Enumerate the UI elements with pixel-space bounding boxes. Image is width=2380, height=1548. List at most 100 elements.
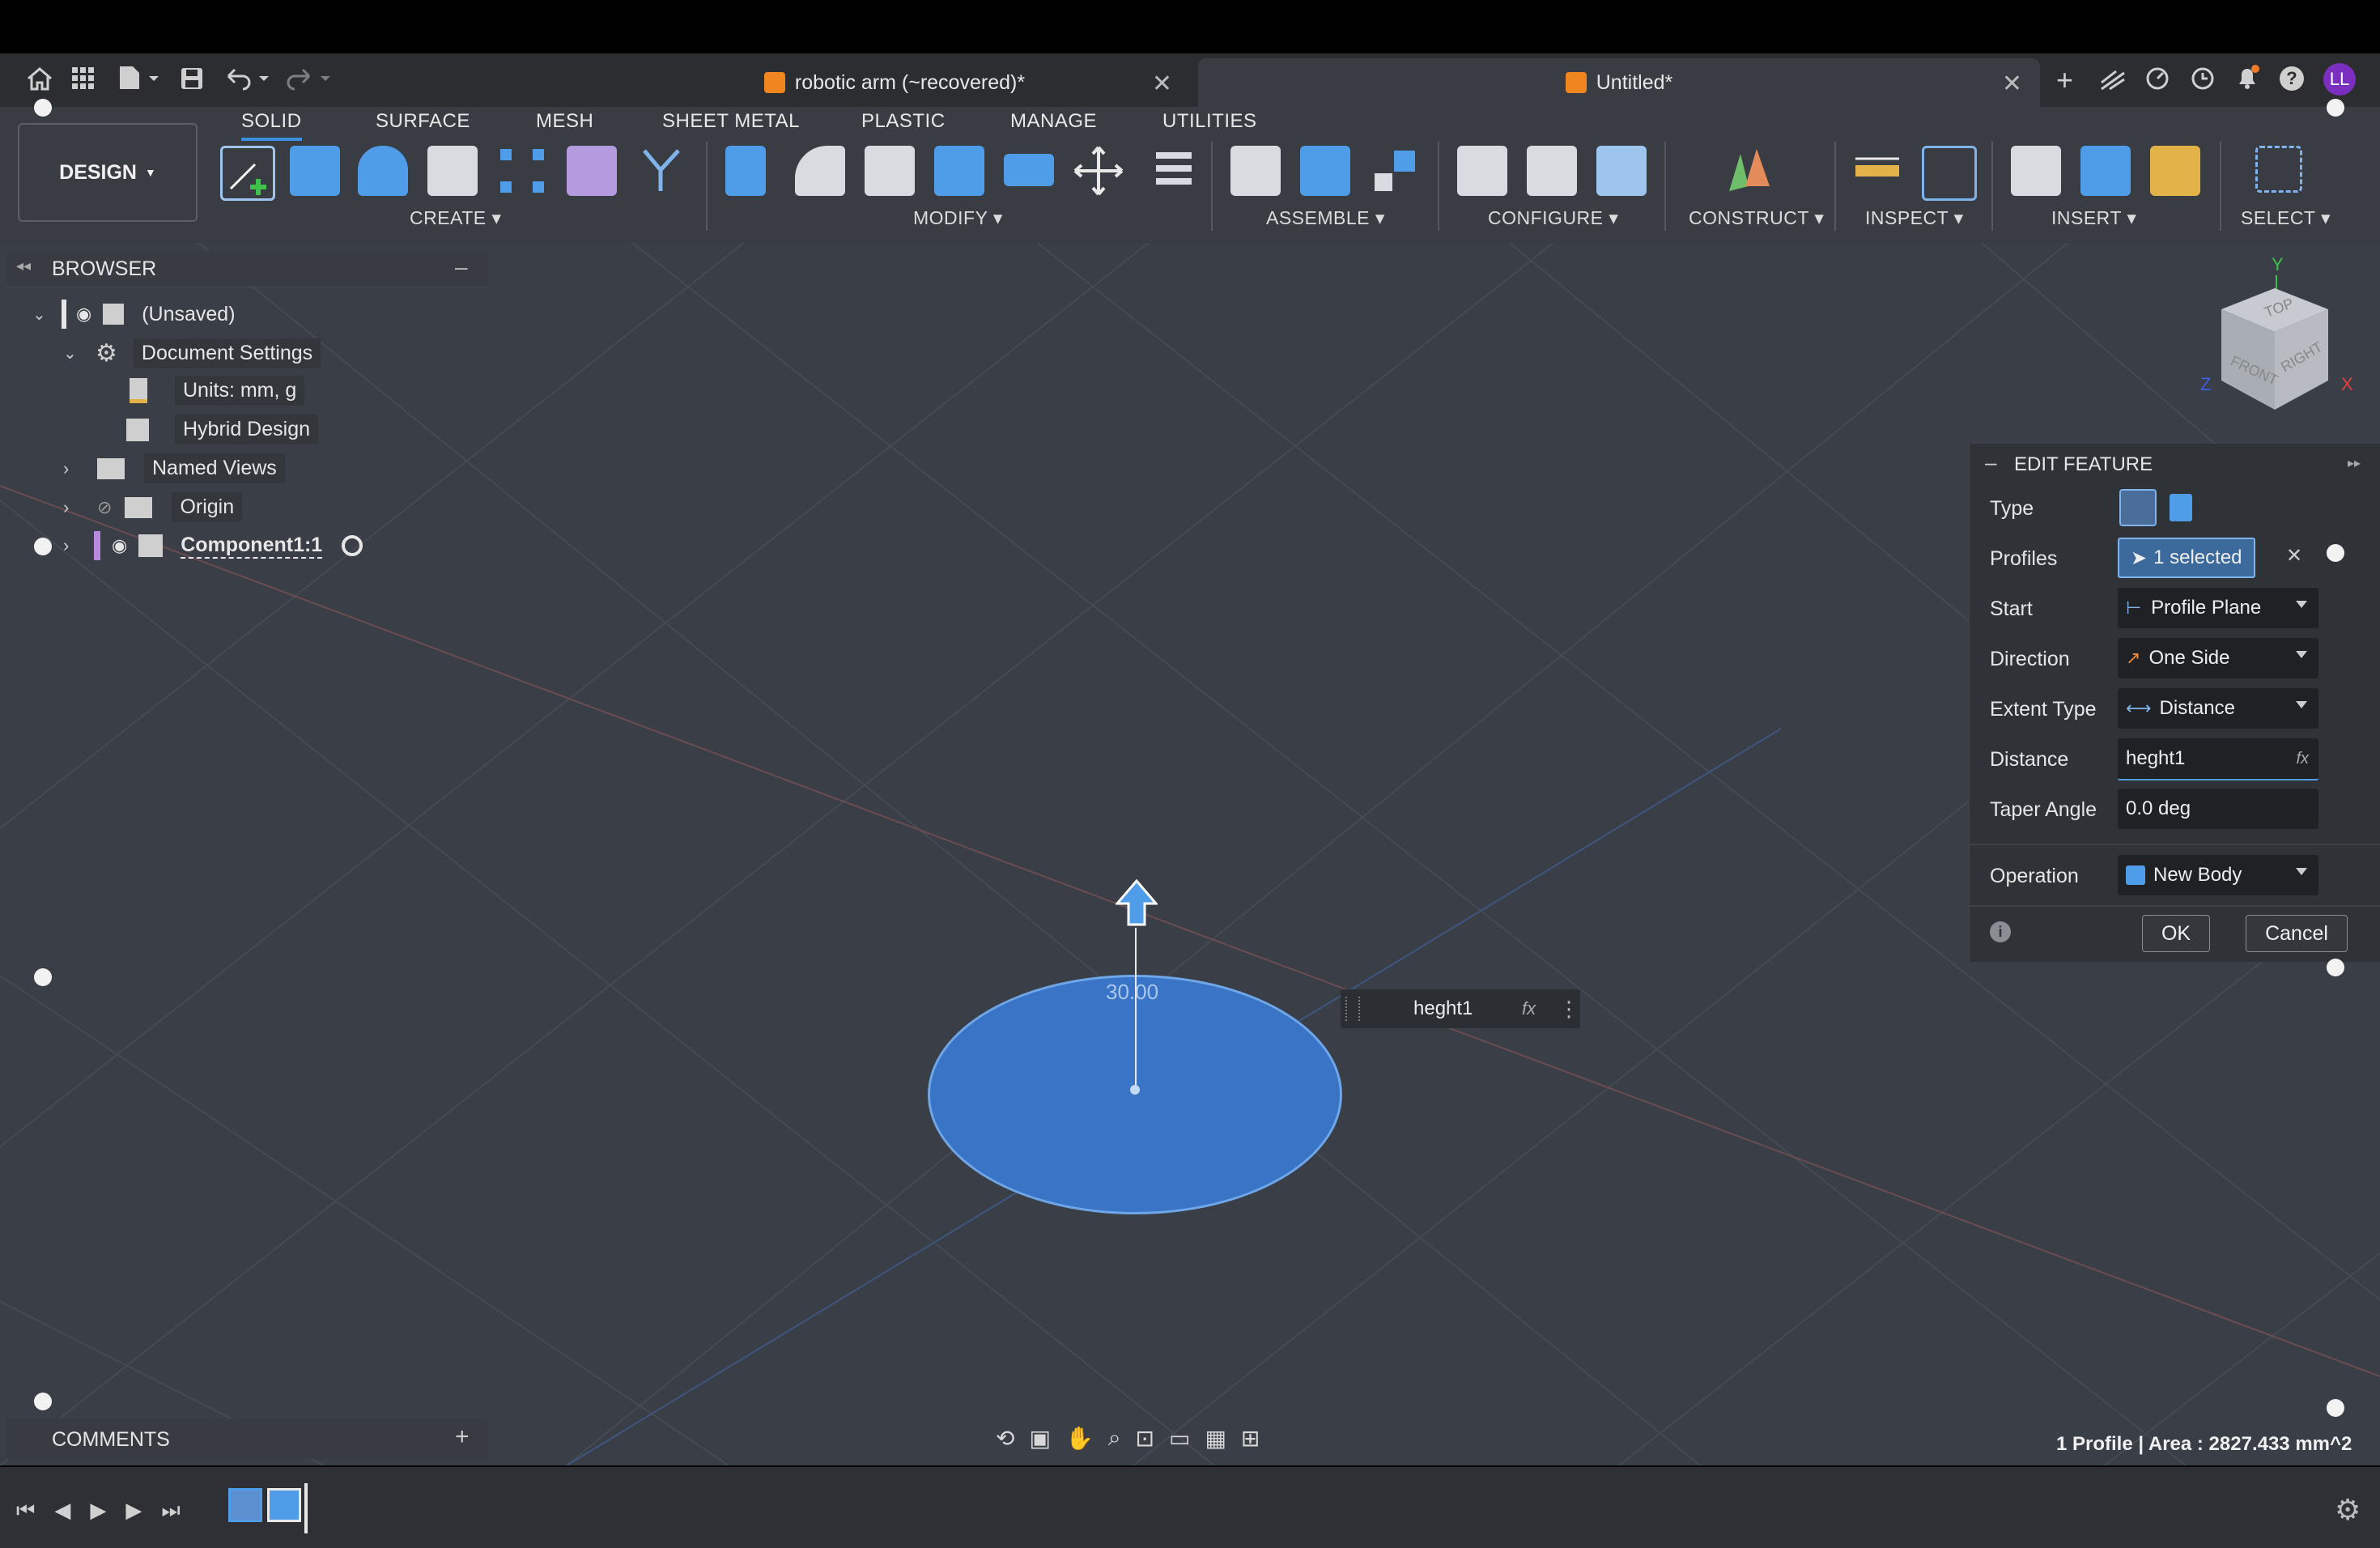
hidden-eye-icon[interactable]: ⊘: [97, 497, 112, 518]
minimize-browser-icon[interactable]: –: [455, 254, 468, 280]
extrude-arrow-icon[interactable]: [1114, 878, 1159, 928]
create-form-icon[interactable]: [636, 146, 686, 196]
chevron-down-icon[interactable]: ⌄: [63, 343, 96, 364]
close-tab-icon[interactable]: ✕: [2002, 70, 2022, 98]
window-handle[interactable]: [34, 968, 52, 986]
create-sketch-icon[interactable]: [220, 146, 275, 201]
insert-mesh-icon[interactable]: [2150, 146, 2200, 196]
configure-insert-icon[interactable]: [1457, 146, 1507, 196]
avatar[interactable]: LL: [2323, 63, 2356, 96]
add-comment-icon[interactable]: +: [455, 1423, 470, 1451]
joint-icon[interactable]: [1230, 146, 1281, 196]
play-icon[interactable]: ▶: [90, 1498, 106, 1524]
drag-handle-icon[interactable]: [1345, 997, 1360, 1021]
chevron-down-icon[interactable]: ⌄: [32, 304, 62, 325]
timeline-feature-extrude[interactable]: [267, 1488, 301, 1522]
revolve-icon[interactable]: [358, 146, 408, 196]
offset-face-icon[interactable]: [1004, 154, 1054, 186]
go-to-start-icon[interactable]: ⏮: [16, 1498, 35, 1524]
chevron-right-icon[interactable]: ›: [63, 535, 94, 556]
group-select[interactable]: SELECT ▾: [2241, 207, 2331, 229]
start-dropdown[interactable]: ⊢ Profile Plane: [2118, 588, 2318, 628]
workspace-switcher[interactable]: DESIGN ▼: [18, 123, 198, 222]
cancel-button[interactable]: Cancel: [2246, 915, 2348, 952]
configure-rule-icon[interactable]: [1596, 146, 1647, 196]
chevron-right-icon[interactable]: ›: [63, 497, 97, 518]
view-cube[interactable]: Y TOP FRONT RIGHT Z X: [2194, 251, 2372, 429]
browser-item-origin[interactable]: › ⊘ Origin: [63, 492, 243, 522]
ok-button[interactable]: OK: [2142, 915, 2210, 952]
tab-robotic-arm[interactable]: robotic arm (~recovered)* ✕: [599, 58, 1190, 107]
eye-icon[interactable]: ◉: [76, 304, 91, 325]
eye-icon[interactable]: ◉: [112, 535, 127, 556]
history-clock-icon[interactable]: [2191, 66, 2215, 91]
type-thin-extrude-icon[interactable]: [2170, 494, 2192, 521]
change-parameters-icon[interactable]: [1143, 146, 1193, 196]
group-inspect[interactable]: INSPECT ▾: [1865, 207, 1964, 229]
grid-settings-icon[interactable]: ▦: [1205, 1425, 1226, 1452]
info-icon[interactable]: i: [1990, 921, 2011, 942]
insert-derive-icon[interactable]: [2011, 146, 2061, 196]
type-extrude-icon[interactable]: [2119, 489, 2157, 526]
tab-sheet-metal[interactable]: SHEET METAL: [662, 110, 800, 133]
more-options-icon[interactable]: ⋮: [1558, 997, 1579, 1022]
taper-angle-value[interactable]: 0.0 deg: [2126, 797, 2191, 820]
browser-item-hybrid-design[interactable]: Hybrid Design: [126, 415, 319, 444]
look-at-icon[interactable]: ▣: [1029, 1425, 1050, 1452]
window-handle[interactable]: [34, 538, 52, 555]
job-status-icon[interactable]: [2145, 66, 2170, 91]
browser-item-units[interactable]: Units: mm, g: [130, 376, 305, 406]
clear-selection-icon[interactable]: ✕: [2286, 544, 2302, 568]
tab-solid[interactable]: SOLID: [241, 110, 302, 141]
group-construct[interactable]: CONSTRUCT ▾: [1689, 207, 1824, 229]
offset-plane-icon[interactable]: [1724, 146, 1774, 196]
tab-utilities[interactable]: UTILITIES: [1162, 110, 1257, 133]
group-assemble[interactable]: ASSEMBLE ▾: [1266, 207, 1385, 229]
operation-dropdown[interactable]: New Body: [2118, 855, 2318, 895]
browser-item-root[interactable]: ⌄ ◉ (Unsaved): [32, 300, 236, 329]
window-handle[interactable]: [34, 99, 52, 117]
tab-manage[interactable]: MANAGE: [1010, 110, 1097, 133]
group-modify[interactable]: MODIFY ▾: [913, 207, 1003, 229]
collapse-browser-icon[interactable]: ◂◂: [16, 257, 31, 274]
pan-hand-icon[interactable]: ✋: [1065, 1425, 1094, 1452]
new-component-icon[interactable]: [567, 146, 617, 196]
direction-dropdown[interactable]: ↗ One Side: [2118, 638, 2318, 678]
undo-icon[interactable]: [223, 66, 275, 91]
help-icon[interactable]: ?: [2280, 66, 2304, 91]
display-settings-icon[interactable]: ▭: [1169, 1425, 1190, 1452]
taper-angle-input[interactable]: 0.0 deg: [2118, 789, 2318, 829]
close-tab-icon[interactable]: ✕: [1152, 70, 1172, 98]
profiles-selector[interactable]: ➤ 1 selected: [2118, 538, 2255, 578]
inline-input-value[interactable]: heght1: [1413, 997, 1519, 1020]
go-to-end-icon[interactable]: ⏭: [161, 1498, 180, 1524]
redo-icon[interactable]: [285, 66, 337, 91]
as-built-joint-icon[interactable]: [1300, 146, 1350, 196]
step-back-icon[interactable]: ◀: [54, 1498, 70, 1524]
group-configure[interactable]: CONFIGURE ▾: [1488, 207, 1618, 229]
data-panel-icon[interactable]: [2100, 70, 2126, 91]
new-tab-icon[interactable]: +: [2056, 63, 2073, 97]
fx-icon[interactable]: fx: [2296, 750, 2309, 768]
interference-icon[interactable]: [1922, 146, 1977, 201]
tab-plastic[interactable]: PLASTIC: [861, 110, 946, 133]
joint-origin-icon[interactable]: [1370, 146, 1420, 196]
group-insert[interactable]: INSERT ▾: [2051, 207, 2136, 229]
fit-icon[interactable]: ⊡: [1136, 1425, 1154, 1452]
window-handle[interactable]: [34, 1393, 52, 1410]
fx-icon[interactable]: fx: [1522, 998, 1536, 1019]
inline-distance-input[interactable]: heght1 fx ⋮: [1341, 989, 1580, 1028]
box-icon[interactable]: [427, 146, 478, 196]
window-handle[interactable]: [2327, 544, 2344, 562]
measure-icon[interactable]: [1852, 146, 1902, 196]
press-pull-icon[interactable]: [725, 146, 766, 196]
extrude-icon[interactable]: [290, 146, 340, 196]
chevron-right-icon[interactable]: ›: [63, 458, 97, 479]
step-forward-icon[interactable]: ▶: [125, 1498, 142, 1524]
file-menu-icon[interactable]: [117, 65, 160, 91]
browser-item-named-views[interactable]: › Named Views: [63, 453, 285, 483]
timeline-settings-gear-icon[interactable]: ⚙: [2335, 1493, 2361, 1527]
window-handle[interactable]: [2327, 99, 2344, 117]
activate-radio-icon[interactable]: [342, 535, 363, 556]
orbit-icon[interactable]: ⟲: [996, 1425, 1014, 1452]
